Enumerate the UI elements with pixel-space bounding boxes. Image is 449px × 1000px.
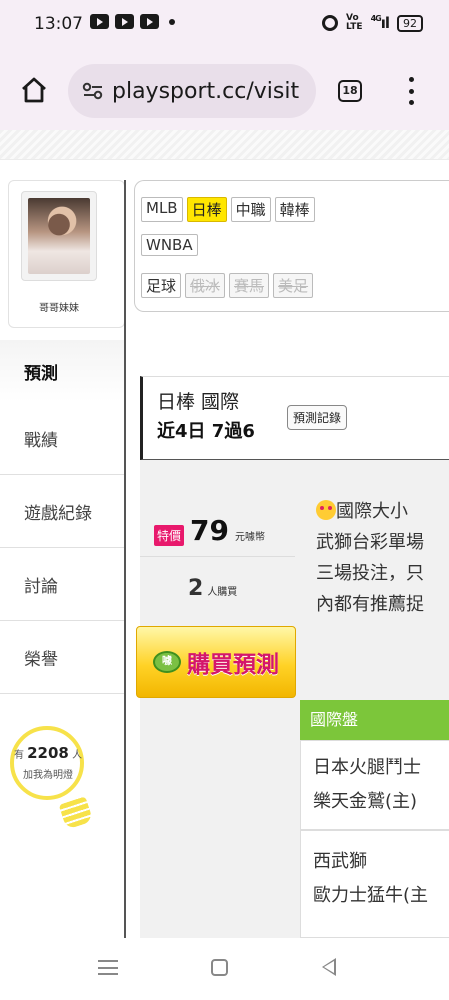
buy-prediction-label: 購買預測 [187, 652, 279, 678]
league-selector: MLB 日棒 中職 韓棒 WNBA 足球 俄冰 賽馬 美足 [134, 180, 449, 312]
price-value: 79 [190, 514, 229, 547]
league-row-3: 足球 俄冰 賽馬 美足 [141, 273, 314, 298]
recent-apps-icon[interactable] [98, 960, 118, 975]
home-nav-icon[interactable] [211, 959, 228, 976]
prediction-record-header: 日棒 國際 近4日 7過6 預測記錄 [140, 376, 449, 460]
volte-icon: Vo LTE [346, 13, 363, 32]
youtube-icon [90, 14, 109, 29]
sidebar-item-game-log[interactable]: 遊戲紀錄 [0, 475, 124, 548]
star-struck-emoji-icon [316, 500, 336, 520]
status-bar: 13:07 Vo LTE 4Gıl 92 [0, 0, 449, 52]
league-tab-mlb[interactable]: MLB [141, 197, 183, 222]
record-stat: 近4日 7過6 [157, 421, 255, 442]
league-tab-wnba[interactable]: WNBA [141, 234, 198, 256]
back-icon[interactable] [322, 958, 336, 976]
sidebar-item-predictions[interactable]: 預測 [0, 340, 124, 402]
status-time: 13:07 [34, 14, 83, 34]
league-row-1: MLB 日棒 中職 韓棒 [141, 197, 315, 222]
follower-label: 加我為明燈 [23, 770, 73, 781]
price-column: 特價 79 元噱幣 2 人購買 噱 購買預測 [136, 460, 296, 938]
divider [124, 180, 126, 938]
league-tab-ice-hockey: 俄冰 [185, 273, 226, 298]
more-notifications-icon [169, 18, 175, 25]
market-header: 國際盤 [300, 700, 449, 740]
price-line: 特價 79 元噱幣 [154, 514, 265, 547]
sidebar-menu: 預測 戰績 遊戲紀錄 討論 榮譽 [0, 340, 124, 694]
user-name[interactable]: 哥哥妹妹 [9, 299, 109, 314]
system-nav-bar [0, 938, 449, 1000]
special-price-badge: 特價 [154, 525, 185, 546]
battery-icon: 92 [397, 14, 423, 32]
youtube-icon [140, 14, 159, 29]
browser-toolbar: playsport.cc/visit 18 [0, 52, 449, 130]
url-text[interactable]: playsport.cc/visit [112, 79, 299, 104]
buyer-count: 2 人購買 [188, 576, 238, 601]
header-pattern [0, 130, 449, 160]
more-menu-icon[interactable] [404, 77, 418, 105]
avatar[interactable] [28, 198, 90, 274]
address-bar[interactable]: playsport.cc/visit [68, 64, 316, 118]
tab-switcher-button[interactable]: 18 [338, 80, 362, 102]
prediction-description: 國際大小 武獅台彩單場 三場投注，只 內都有推薦捉 [316, 500, 424, 615]
league-row-2: WNBA [141, 234, 198, 256]
sidebar-item-record[interactable]: 戰績 [0, 402, 124, 475]
lightbulb-icon [10, 726, 84, 800]
league-tab-horse-racing: 賽馬 [229, 273, 270, 298]
avatar-frame [21, 191, 97, 281]
signal-icon: 4Gıl [370, 14, 390, 32]
youtube-icon [115, 14, 134, 29]
status-right: Vo LTE 4Gıl 92 [322, 14, 423, 32]
home-icon[interactable] [20, 76, 48, 104]
sidebar-item-honors[interactable]: 榮譽 [0, 621, 124, 694]
league-tab-nfl: 美足 [273, 273, 314, 298]
follow-lightbulb[interactable]: 有 2208 人 加我為明燈 [8, 726, 94, 836]
lightbulb-base-icon [58, 796, 94, 830]
divider [140, 556, 295, 557]
record-title: 日棒 國際 [157, 391, 240, 413]
site-settings-icon[interactable] [82, 82, 104, 100]
league-tab-cpbl[interactable]: 中職 [230, 197, 271, 222]
sidebar-item-discussion[interactable]: 討論 [0, 548, 124, 621]
match-item[interactable]: 西武獅 歐力士猛牛(主 [300, 830, 449, 938]
buy-prediction-button[interactable]: 噱 購買預測 [136, 626, 296, 698]
match-item[interactable]: 日本火腿鬥士 樂天金鷲(主) [300, 740, 449, 830]
web-page: 哥哥妹妹 預測 戰績 遊戲紀錄 討論 榮譽 有 2208 人 加我為明燈 MLB… [0, 130, 449, 938]
prediction-content: 特價 79 元噱幣 2 人購買 噱 購買預測 國際大小 武獅台彩單場 三場投注，只… [136, 460, 449, 938]
prediction-record-button[interactable]: 預測記錄 [287, 405, 348, 430]
league-tab-npb[interactable]: 日棒 [186, 197, 227, 222]
follower-count: 有 2208 人 [13, 744, 83, 762]
notification-icons [90, 14, 175, 29]
profile-card[interactable]: 哥哥妹妹 [8, 180, 125, 328]
league-tab-soccer[interactable]: 足球 [141, 273, 182, 298]
alarm-icon [322, 15, 339, 31]
league-tab-kbo[interactable]: 韓棒 [274, 197, 315, 222]
coin-icon: 噱 [153, 651, 181, 673]
price-unit: 元噱幣 [234, 532, 265, 543]
